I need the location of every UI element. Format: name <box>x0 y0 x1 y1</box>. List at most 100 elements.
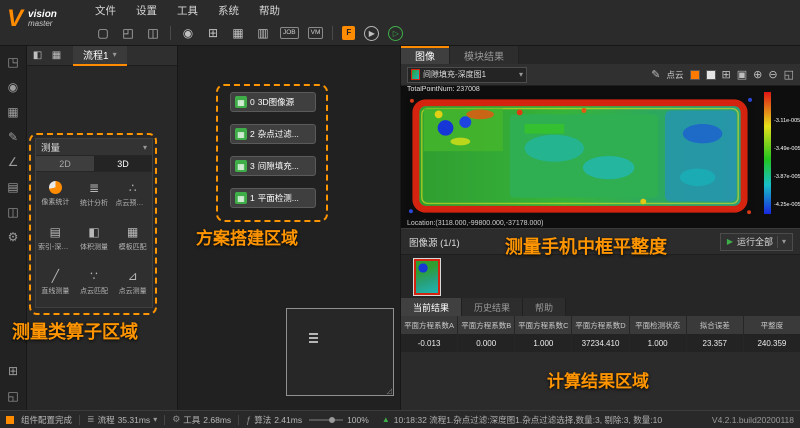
run-all-button[interactable]: ▶ 运行全部 ▾ <box>720 233 793 251</box>
flow-node-noise-filter[interactable]: ▦ 2 杂点过滤... <box>230 124 316 144</box>
color-swatch-white[interactable] <box>706 70 716 80</box>
result-cell: -0.013 <box>401 334 458 352</box>
zoom-in-icon[interactable]: ⊕ <box>753 68 762 81</box>
module-item[interactable]: ▤索引-深度图 <box>36 216 75 260</box>
fit-window-icon[interactable]: ⊞ <box>722 68 731 81</box>
left-icon-strip: ◳ ◉ ▦ ✎ ∠ ▤ ◫ ⚙ ⊞ ◱ <box>0 46 27 410</box>
strip-gallery-icon[interactable]: ▦ <box>7 106 18 118</box>
thumbnail-image <box>414 259 440 295</box>
module-item[interactable]: 像素统计 <box>36 172 75 216</box>
view-mode-icon[interactable]: ▦ <box>50 49 63 62</box>
depth-image-viewer[interactable]: TotalPointNum: 237008 -3.11e-005 -3.49e-… <box>401 86 800 228</box>
flow-node-3d-image-source[interactable]: ▦ 0 3D图像源 <box>230 92 316 112</box>
measure-operator-panel: 测量 ▾ 2D 3D 像素统计 ≣统计分析 ∴点云预处理 ▤索引-深度图 ◧体积… <box>35 138 153 308</box>
flow-node-gap-fill[interactable]: ▦ 3 间隙填充... <box>230 156 316 176</box>
legend-value: -3.87e-005 <box>774 174 800 180</box>
zoom-level: 100% <box>347 415 369 425</box>
tab-help[interactable]: 帮助 <box>523 298 566 316</box>
module-item[interactable]: ⊿点云测量 <box>113 260 152 304</box>
cursor-location: Location:(3118.000,-99800.000,-37178.000… <box>407 220 543 227</box>
module-item[interactable]: ◧体积测量 <box>75 216 114 260</box>
run-continuous-button[interactable]: ▷ <box>388 26 403 41</box>
tab-process-1[interactable]: 流程1 ▾ <box>73 46 127 66</box>
strip-camera-icon[interactable]: ◉ <box>8 81 18 93</box>
pointcloud-label[interactable]: 点云 <box>667 69 684 81</box>
strip-module-icon[interactable]: ◫ <box>7 206 18 218</box>
zoom-slider[interactable] <box>309 419 343 421</box>
menu-item-file[interactable]: 文件 <box>95 3 116 18</box>
module-item[interactable]: ╱直线测量 <box>36 260 75 304</box>
thumb-icon <box>411 69 420 80</box>
flow-icon: ≣ <box>87 414 95 425</box>
column-header: 平面方程系数C <box>515 316 572 334</box>
grid-view-icon[interactable]: ▦ <box>230 25 246 41</box>
measure-panel-title: 测量 <box>41 140 60 154</box>
vm-badge[interactable]: VM <box>308 27 324 40</box>
pencil-icon[interactable]: ✎ <box>651 68 660 81</box>
legend-value: -4.25e-005 <box>774 202 800 208</box>
table-row[interactable]: -0.013 0.000 1.000 37234.410 1.000 23.35… <box>401 334 800 352</box>
calibration-icon[interactable]: ⊞ <box>205 25 221 41</box>
menu-item-tools[interactable]: 工具 <box>177 3 198 18</box>
flow-time[interactable]: ≣ 流程 35.31ms ▾ <box>87 414 157 426</box>
process-list-icon[interactable]: ◧ <box>31 49 44 62</box>
tab-current-result[interactable]: 当前结果 <box>401 298 462 316</box>
result-cell: 240.359 <box>744 334 800 352</box>
main-toolbar: ▢ ◰ ◫ ◉ ⊞ ▦ ▥ JOB VM F ▶ ▷ <box>95 20 403 46</box>
module-grid: 像素统计 ≣统计分析 ∴点云预处理 ▤索引-深度图 ◧体积测量 ▦模板匹配 ╱直… <box>36 172 152 304</box>
results-panel: 当前结果 历史结果 帮助 平面方程系数A 平面方程系数B 平面方程系数C 平面方… <box>401 298 800 410</box>
actual-size-icon[interactable]: ▣ <box>737 68 747 81</box>
tab-module-result[interactable]: 模块结果 <box>450 46 519 64</box>
pan-icon[interactable]: ◱ <box>784 68 794 81</box>
menu-item-system[interactable]: 系统 <box>218 3 239 18</box>
color-swatch-orange[interactable] <box>690 70 700 80</box>
function-badge[interactable]: F <box>342 26 355 40</box>
result-cell: 37234.410 <box>572 334 629 352</box>
measure-panel-header[interactable]: 测量 ▾ <box>36 139 152 155</box>
result-cell: 1.000 <box>630 334 687 352</box>
module-item[interactable]: ∴点云预处理 <box>113 172 152 216</box>
module-item[interactable]: ▦模板匹配 <box>113 216 152 260</box>
flow-node-plane-detect[interactable]: ▦ 1 平面检测... <box>230 188 316 208</box>
save-icon[interactable]: ◫ <box>145 25 161 41</box>
job-badge[interactable]: JOB <box>280 27 299 40</box>
zoom-out-icon[interactable]: ⊖ <box>768 68 777 81</box>
menu-item-help[interactable]: 帮助 <box>259 3 280 18</box>
image-source-dropdown[interactable]: 间隙填充-深度图1 ▾ <box>407 67 527 83</box>
io-config-icon[interactable]: ▥ <box>255 25 271 41</box>
flow-canvas[interactable]: ▦ 0 3D图像源 ▦ 2 杂点过滤... ▦ 3 间隙填充... ▦ 1 平面… <box>178 46 400 410</box>
run-once-button[interactable]: ▶ <box>364 26 379 41</box>
strip-window-icon[interactable]: ◳ <box>7 56 18 68</box>
tool-icon: ⚙ <box>172 414 180 425</box>
strip-pen-icon[interactable]: ✎ <box>8 131 18 143</box>
strip-list-icon[interactable]: ▤ <box>7 181 18 193</box>
strip-layout-icon[interactable]: ◱ <box>7 390 18 402</box>
process-tab-label: 流程1 <box>83 47 109 62</box>
tab-image[interactable]: 图像 <box>401 46 450 64</box>
tab-history-result[interactable]: 历史结果 <box>462 298 523 316</box>
zoom-slider-knob[interactable] <box>329 417 335 423</box>
legend-value: -3.11e-005 <box>774 118 800 124</box>
chevron-down-icon: ▾ <box>782 237 786 246</box>
match-icon: ∵ <box>90 268 98 283</box>
resize-handle-icon[interactable]: ◿ <box>387 387 392 395</box>
flow-minimap[interactable]: ◿ <box>286 308 394 396</box>
line-icon: ╱ <box>52 268 59 283</box>
results-table: 平面方程系数A 平面方程系数B 平面方程系数C 平面方程系数D 平面检测状态 拟… <box>401 316 800 352</box>
tab-2d[interactable]: 2D <box>36 156 94 171</box>
strip-gear-icon[interactable]: ⚙ <box>8 231 19 243</box>
new-file-icon[interactable]: ▢ <box>95 25 111 41</box>
image-thumbnail[interactable] <box>413 258 441 296</box>
module-item[interactable]: ∵点云匹配 <box>75 260 114 304</box>
strip-grid-icon[interactable]: ⊞ <box>8 365 18 377</box>
strip-measure-icon[interactable]: ∠ <box>8 156 19 168</box>
log-message[interactable]: ▲ 10:18:32 流程1.杂点过滤:深度图1.杂点过滤选择,数量:3, 剔除… <box>382 414 705 426</box>
left-panel: ◧ ▦ 流程1 ▾ 测量 ▾ 2D 3D 像素统计 ≣统计分析 ∴点云预处理 ▤… <box>27 46 178 410</box>
right-panel: 图像 模块结果 间隙填充-深度图1 ▾ ✎ 点云 ⊞ ▣ ⊕ ⊖ ◱ <box>400 46 800 410</box>
camera-manage-icon[interactable]: ◉ <box>180 25 196 41</box>
open-folder-icon[interactable]: ◰ <box>120 25 136 41</box>
logo-v-icon: V <box>7 7 23 31</box>
module-item[interactable]: ≣统计分析 <box>75 172 114 216</box>
tab-3d[interactable]: 3D <box>94 156 152 171</box>
menu-item-settings[interactable]: 设置 <box>136 3 157 18</box>
